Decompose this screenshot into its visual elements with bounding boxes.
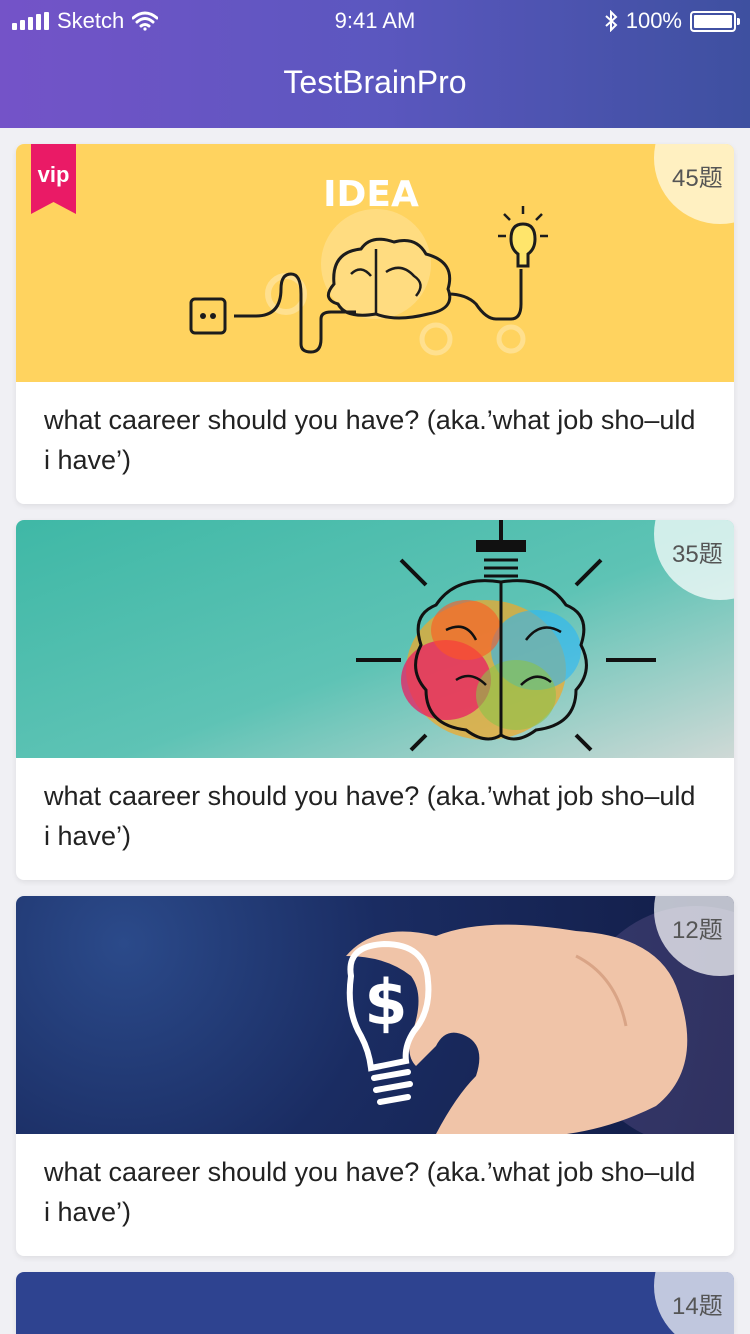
question-count: 35题 (672, 541, 723, 568)
question-count: 12题 (672, 917, 723, 944)
image-title: IDEA (323, 174, 419, 215)
idea-illustration: IDEA (189, 174, 548, 356)
app-header: Sketch 9:41 AM 100% TestBrainPro (0, 0, 750, 128)
status-bar: Sketch 9:41 AM 100% (0, 0, 750, 40)
svg-text:$: $ (364, 966, 407, 1039)
card-image: 14题 (16, 1272, 734, 1334)
card-image: $ 12题 (16, 896, 734, 1134)
money-bulb-illustration: $ (346, 906, 734, 1134)
card-image: 35题 (16, 520, 734, 758)
question-count-badge: 14题 (654, 1272, 734, 1334)
bluetooth-icon (605, 10, 618, 32)
card-title: what caareer should you have? (aka.’what… (44, 405, 696, 475)
card-title: what caareer should you have? (aka.’what… (44, 781, 696, 851)
battery-icon (690, 10, 740, 32)
battery-percent: 100% (625, 8, 682, 33)
quiz-card[interactable]: IDEA vip 45题 what caareer should you hav… (16, 144, 734, 504)
card-image: IDEA vip 45题 (16, 144, 734, 382)
quiz-card[interactable]: 35题 what caareer should you have? (aka.’… (16, 520, 734, 880)
question-count: 45题 (672, 165, 723, 192)
quiz-card[interactable]: $ 12题 what caareer should you have? (aka… (16, 896, 734, 1256)
vip-label: vip (37, 162, 70, 187)
status-right: 100% (604, 8, 740, 34)
question-count: 14题 (672, 1293, 723, 1320)
card-title: what caareer should you have? (aka.’what… (44, 1157, 696, 1227)
quiz-card[interactable]: 14题 (16, 1272, 734, 1334)
brain-splash-illustration (356, 520, 656, 752)
vip-badge: vip (31, 144, 76, 214)
page-title: TestBrainPro (283, 64, 467, 100)
